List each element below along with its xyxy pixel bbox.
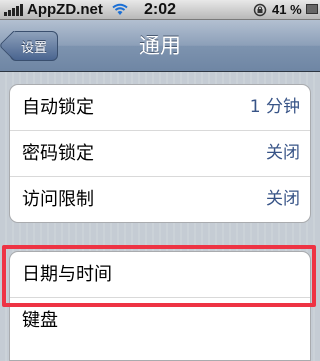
settings-group-1: 自动锁定 1 分钟 密码锁定 关闭 访问限制 关闭 <box>9 84 311 223</box>
row-value: 1 分钟 <box>249 97 300 117</box>
battery-percent: 41 % <box>272 2 302 17</box>
highlight-box <box>2 245 316 307</box>
row-label: 密码锁定 <box>22 143 94 164</box>
page-title: 通用 <box>139 34 181 58</box>
row-value: 关闭 <box>266 143 300 163</box>
rotation-lock-icon <box>253 3 267 17</box>
row-restrictions[interactable]: 访问限制 关闭 <box>10 176 310 222</box>
row-value: 关闭 <box>266 189 300 209</box>
status-bar: AppZD.net 2:02 41 % <box>0 0 320 20</box>
back-button-label: 设置 <box>20 40 47 56</box>
navigation-bar: 设置 通用 <box>0 20 320 72</box>
row-label: 自动锁定 <box>22 97 94 118</box>
row-auto-lock[interactable]: 自动锁定 1 分钟 <box>10 85 310 130</box>
battery-icon <box>306 4 318 14</box>
row-label: 访问限制 <box>22 189 94 210</box>
row-passcode-lock[interactable]: 密码锁定 关闭 <box>10 130 310 176</box>
